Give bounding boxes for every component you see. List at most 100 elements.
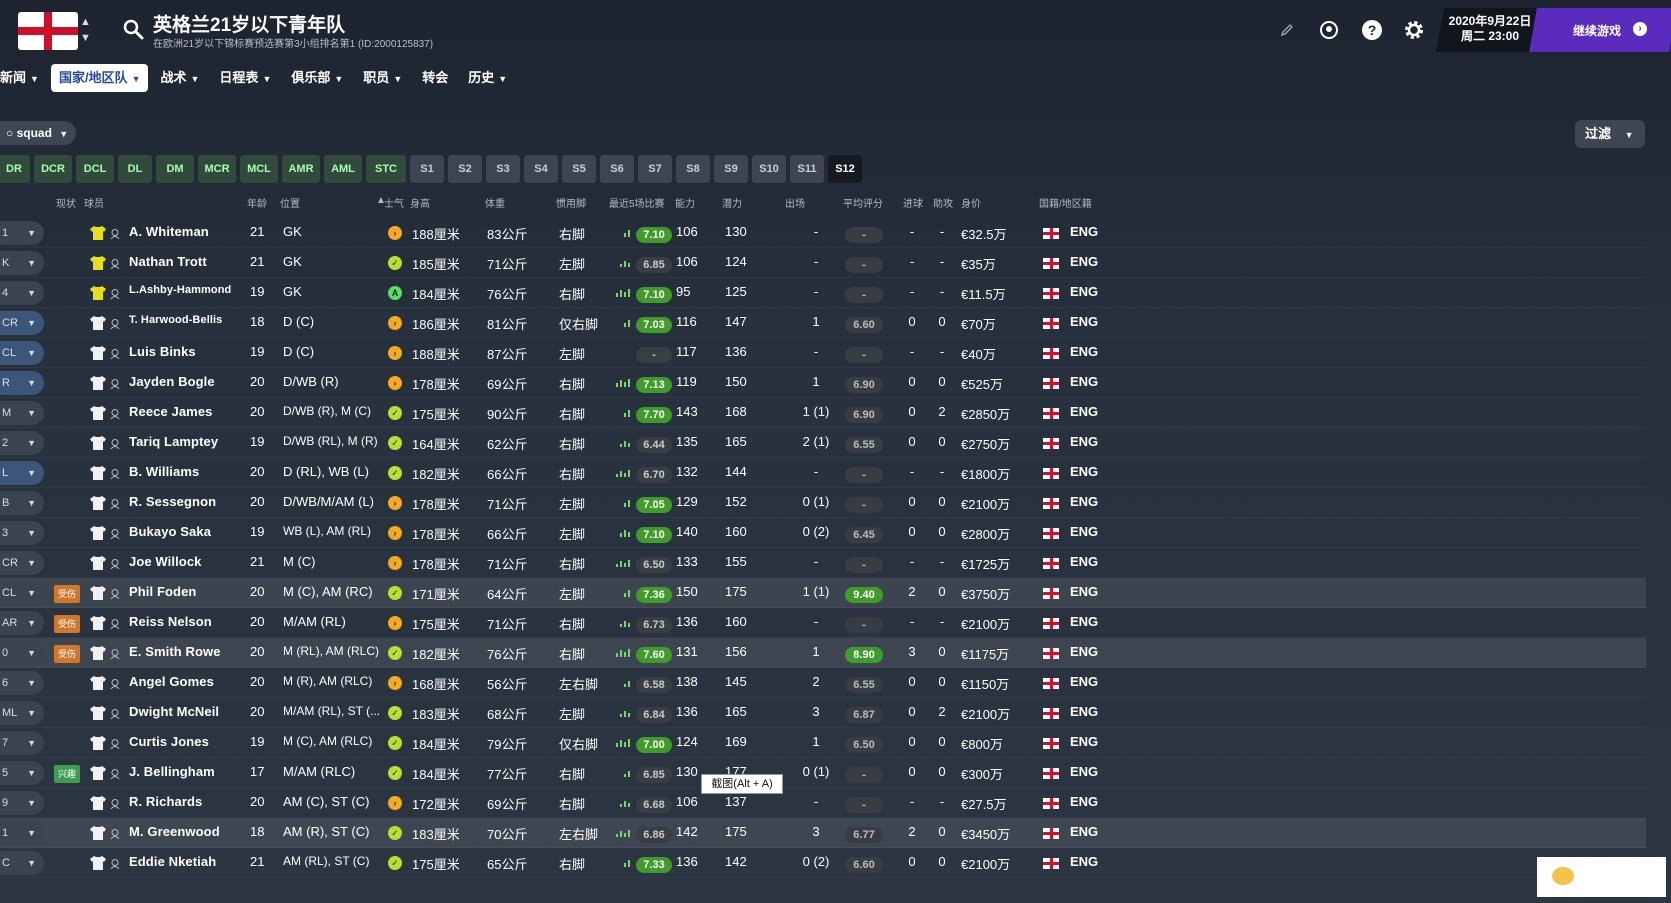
tab-amr[interactable]: AMR: [282, 155, 320, 183]
notification-thumbnail[interactable]: [1537, 857, 1666, 897]
role-selector[interactable]: M ▼: [0, 401, 44, 425]
nav-transfers[interactable]: 转会: [414, 64, 456, 92]
continue-label[interactable]: 继续游戏: [1573, 22, 1621, 39]
pencil-icon[interactable]: [1275, 18, 1299, 42]
tab-s9[interactable]: S9: [714, 155, 748, 183]
role-selector[interactable]: K ▼: [0, 251, 44, 275]
nav-schedule[interactable]: 日程表 ▼: [211, 64, 279, 92]
player-name[interactable]: T. Harwood-Bellis: [129, 314, 222, 326]
col-ca[interactable]: 能力: [675, 195, 695, 211]
filter-button[interactable]: 过滤 ▼: [1575, 120, 1645, 148]
tab-dm[interactable]: DM: [156, 155, 194, 183]
table-row[interactable]: 2 ▼ Tariq Lamptey 19 D/WB (RL), M (R) ✓ 164厘米 6…: [0, 428, 1646, 458]
col-age[interactable]: 年龄: [247, 195, 267, 211]
table-row[interactable]: AR ▼ 受伤 Reiss Nelson 20 M/AM (RL) › 175厘米 71公斤 右脚…: [0, 608, 1646, 638]
player-name[interactable]: M. Greenwood: [129, 824, 220, 839]
player-name[interactable]: A. Whiteman: [129, 224, 209, 239]
role-selector[interactable]: 2 ▼: [0, 431, 44, 455]
player-name[interactable]: Phil Foden: [129, 584, 196, 599]
nav-staff[interactable]: 职员 ▼: [355, 64, 410, 92]
table-row[interactable]: M ▼ Reece James 20 D/WB (R), M (C) ✓ 175厘米 90公斤…: [0, 398, 1646, 428]
player-name[interactable]: Eddie Nketiah: [129, 854, 216, 869]
player-name[interactable]: Curtis Jones: [129, 734, 209, 749]
table-row[interactable]: 6 ▼ Angel Gomes 20 M (R), AM (RLC) › 168厘米 56公斤…: [0, 668, 1646, 698]
table-row[interactable]: R ▼ Jayden Bogle 20 D/WB (R) › 178厘米 69公斤 右脚 7.13…: [0, 368, 1646, 398]
tab-s10[interactable]: S10: [752, 155, 786, 183]
team-switch-chevron-icon[interactable]: ▲ ▼: [80, 14, 91, 46]
col-weight[interactable]: 体重: [485, 195, 505, 211]
tab-dr[interactable]: DR: [0, 155, 30, 183]
role-selector[interactable]: 5 ▼: [0, 761, 44, 785]
player-name[interactable]: B. Williams: [129, 464, 199, 479]
role-selector[interactable]: 4 ▼: [0, 281, 44, 305]
arrow-right-icon[interactable]: ›: [1633, 22, 1647, 36]
table-row[interactable]: 4 ▼ L.Ashby-Hammond 19 GK A 184厘米 76公斤 右脚 7.10 95 1…: [0, 278, 1646, 308]
col-assists[interactable]: 助攻: [933, 195, 953, 211]
role-selector[interactable]: 0 ▼: [0, 641, 44, 665]
col-rating[interactable]: 平均评分: [843, 195, 883, 211]
role-selector[interactable]: CL ▼: [0, 341, 44, 365]
tab-s11[interactable]: S11: [790, 155, 824, 183]
player-name[interactable]: Dwight McNeil: [129, 704, 219, 719]
search-icon[interactable]: [122, 18, 144, 40]
tab-s4[interactable]: S4: [524, 155, 558, 183]
col-foot[interactable]: 惯用脚: [556, 195, 586, 211]
ball-icon[interactable]: [1317, 18, 1341, 42]
tab-dcl[interactable]: DCL: [76, 155, 114, 183]
nav-tactics[interactable]: 战术 ▼: [152, 64, 207, 92]
table-row[interactable]: 3 ▼ Bukayo Saka 19 WB (L), AM (RL) › 178厘米 66公斤…: [0, 518, 1646, 548]
col-goals[interactable]: 进球: [903, 195, 923, 211]
player-name[interactable]: Tariq Lamptey: [129, 434, 218, 449]
role-selector[interactable]: CR ▼: [0, 311, 44, 335]
tab-s8[interactable]: S8: [676, 155, 710, 183]
role-selector[interactable]: 6 ▼: [0, 671, 44, 695]
col-nation[interactable]: 国籍/地区籍: [1039, 195, 1092, 211]
table-row[interactable]: 5 ▼ 兴趣 J. Bellingham 17 M/AM (RLC) ✓ 184厘米 77公斤右…: [0, 758, 1646, 788]
player-name[interactable]: L.Ashby-Hammond: [129, 284, 231, 296]
nav-history[interactable]: 历史 ▼: [460, 64, 515, 92]
nav-club[interactable]: 俱乐部 ▼: [283, 64, 351, 92]
table-row[interactable]: K ▼ Nathan Trott 21 GK ✓ 185厘米 71公斤 左脚 6.85 106 124…: [0, 248, 1646, 278]
col-pa[interactable]: 潜力: [722, 195, 742, 211]
player-name[interactable]: Luis Binks: [129, 344, 196, 359]
tab-s7[interactable]: S7: [638, 155, 672, 183]
table-row[interactable]: B ▼ R. Sessegnon 20 D/WB/M/AM (L) › 178厘米 71公斤左…: [0, 488, 1646, 518]
tab-s1[interactable]: S1: [410, 155, 444, 183]
player-name[interactable]: Nathan Trott: [129, 254, 207, 269]
table-row[interactable]: L ▼ B. Williams 20 D (RL), WB (L) ✓ 182厘米 66公斤右…: [0, 458, 1646, 488]
player-name[interactable]: E. Smith Rowe: [129, 644, 221, 659]
table-row[interactable]: C ▼ Eddie Nketiah 21 AM (RL), ST (C) ✓ 175厘米 65…: [0, 848, 1646, 878]
table-row[interactable]: 1 ▼ M. Greenwood 18 AM (R), ST (C) ✓ 183厘米 70公斤…: [0, 818, 1646, 848]
tab-s12[interactable]: S12: [828, 155, 862, 183]
role-selector[interactable]: C ▼: [0, 851, 44, 875]
gear-icon[interactable]: [1402, 18, 1426, 42]
nav-national-team[interactable]: 国家/地区队 ▼: [50, 64, 149, 92]
table-row[interactable]: ML ▼ Dwight McNeil 20 M/AM (RL), ST (... ✓ 183…: [0, 698, 1646, 728]
role-selector[interactable]: 3 ▼: [0, 521, 44, 545]
role-selector[interactable]: ML ▼: [0, 701, 44, 725]
player-name[interactable]: Jayden Bogle: [129, 374, 215, 389]
table-row[interactable]: 9 ▼ R. Richards 20 AM (C), ST (C) › 172厘米 69公斤右…: [0, 788, 1646, 818]
table-row[interactable]: CR ▼ Joe Willock 21 M (C) › 178厘米 71公斤 右脚 6.50 133…: [0, 548, 1646, 578]
tab-mcr[interactable]: MCR: [198, 155, 236, 183]
table-row[interactable]: CL ▼ 受伤 Phil Foden 20 M (C), AM (RC) ✓ 171厘米 64公…: [0, 578, 1646, 608]
player-name[interactable]: Angel Gomes: [129, 674, 214, 689]
help-icon[interactable]: ?: [1360, 18, 1384, 42]
role-selector[interactable]: 1 ▼: [0, 221, 44, 245]
col-player[interactable]: 球员: [84, 195, 104, 211]
tab-s2[interactable]: S2: [448, 155, 482, 183]
england-flag-icon[interactable]: [18, 12, 78, 50]
player-name[interactable]: Reece James: [129, 404, 213, 419]
tab-s6[interactable]: S6: [600, 155, 634, 183]
player-name[interactable]: Joe Willock: [129, 554, 202, 569]
tab-dl[interactable]: DL: [118, 155, 152, 183]
role-selector[interactable]: AR ▼: [0, 611, 44, 635]
role-selector[interactable]: CL ▼: [0, 581, 44, 605]
table-row[interactable]: 1 ▼ A. Whiteman 21 GK › 188厘米 83公斤 右脚 7.10 106 130-…: [0, 218, 1646, 248]
role-selector[interactable]: L ▼: [0, 461, 44, 485]
col-apps[interactable]: 出场: [785, 195, 805, 211]
table-row[interactable]: 7 ▼ Curtis Jones 19 M (C), AM (RLC) ✓ 184厘米 79公…: [0, 728, 1646, 758]
role-selector[interactable]: R ▼: [0, 371, 44, 395]
squad-view-dropdown[interactable]: ○ squad ▼: [0, 121, 76, 145]
player-name[interactable]: R. Richards: [129, 794, 202, 809]
